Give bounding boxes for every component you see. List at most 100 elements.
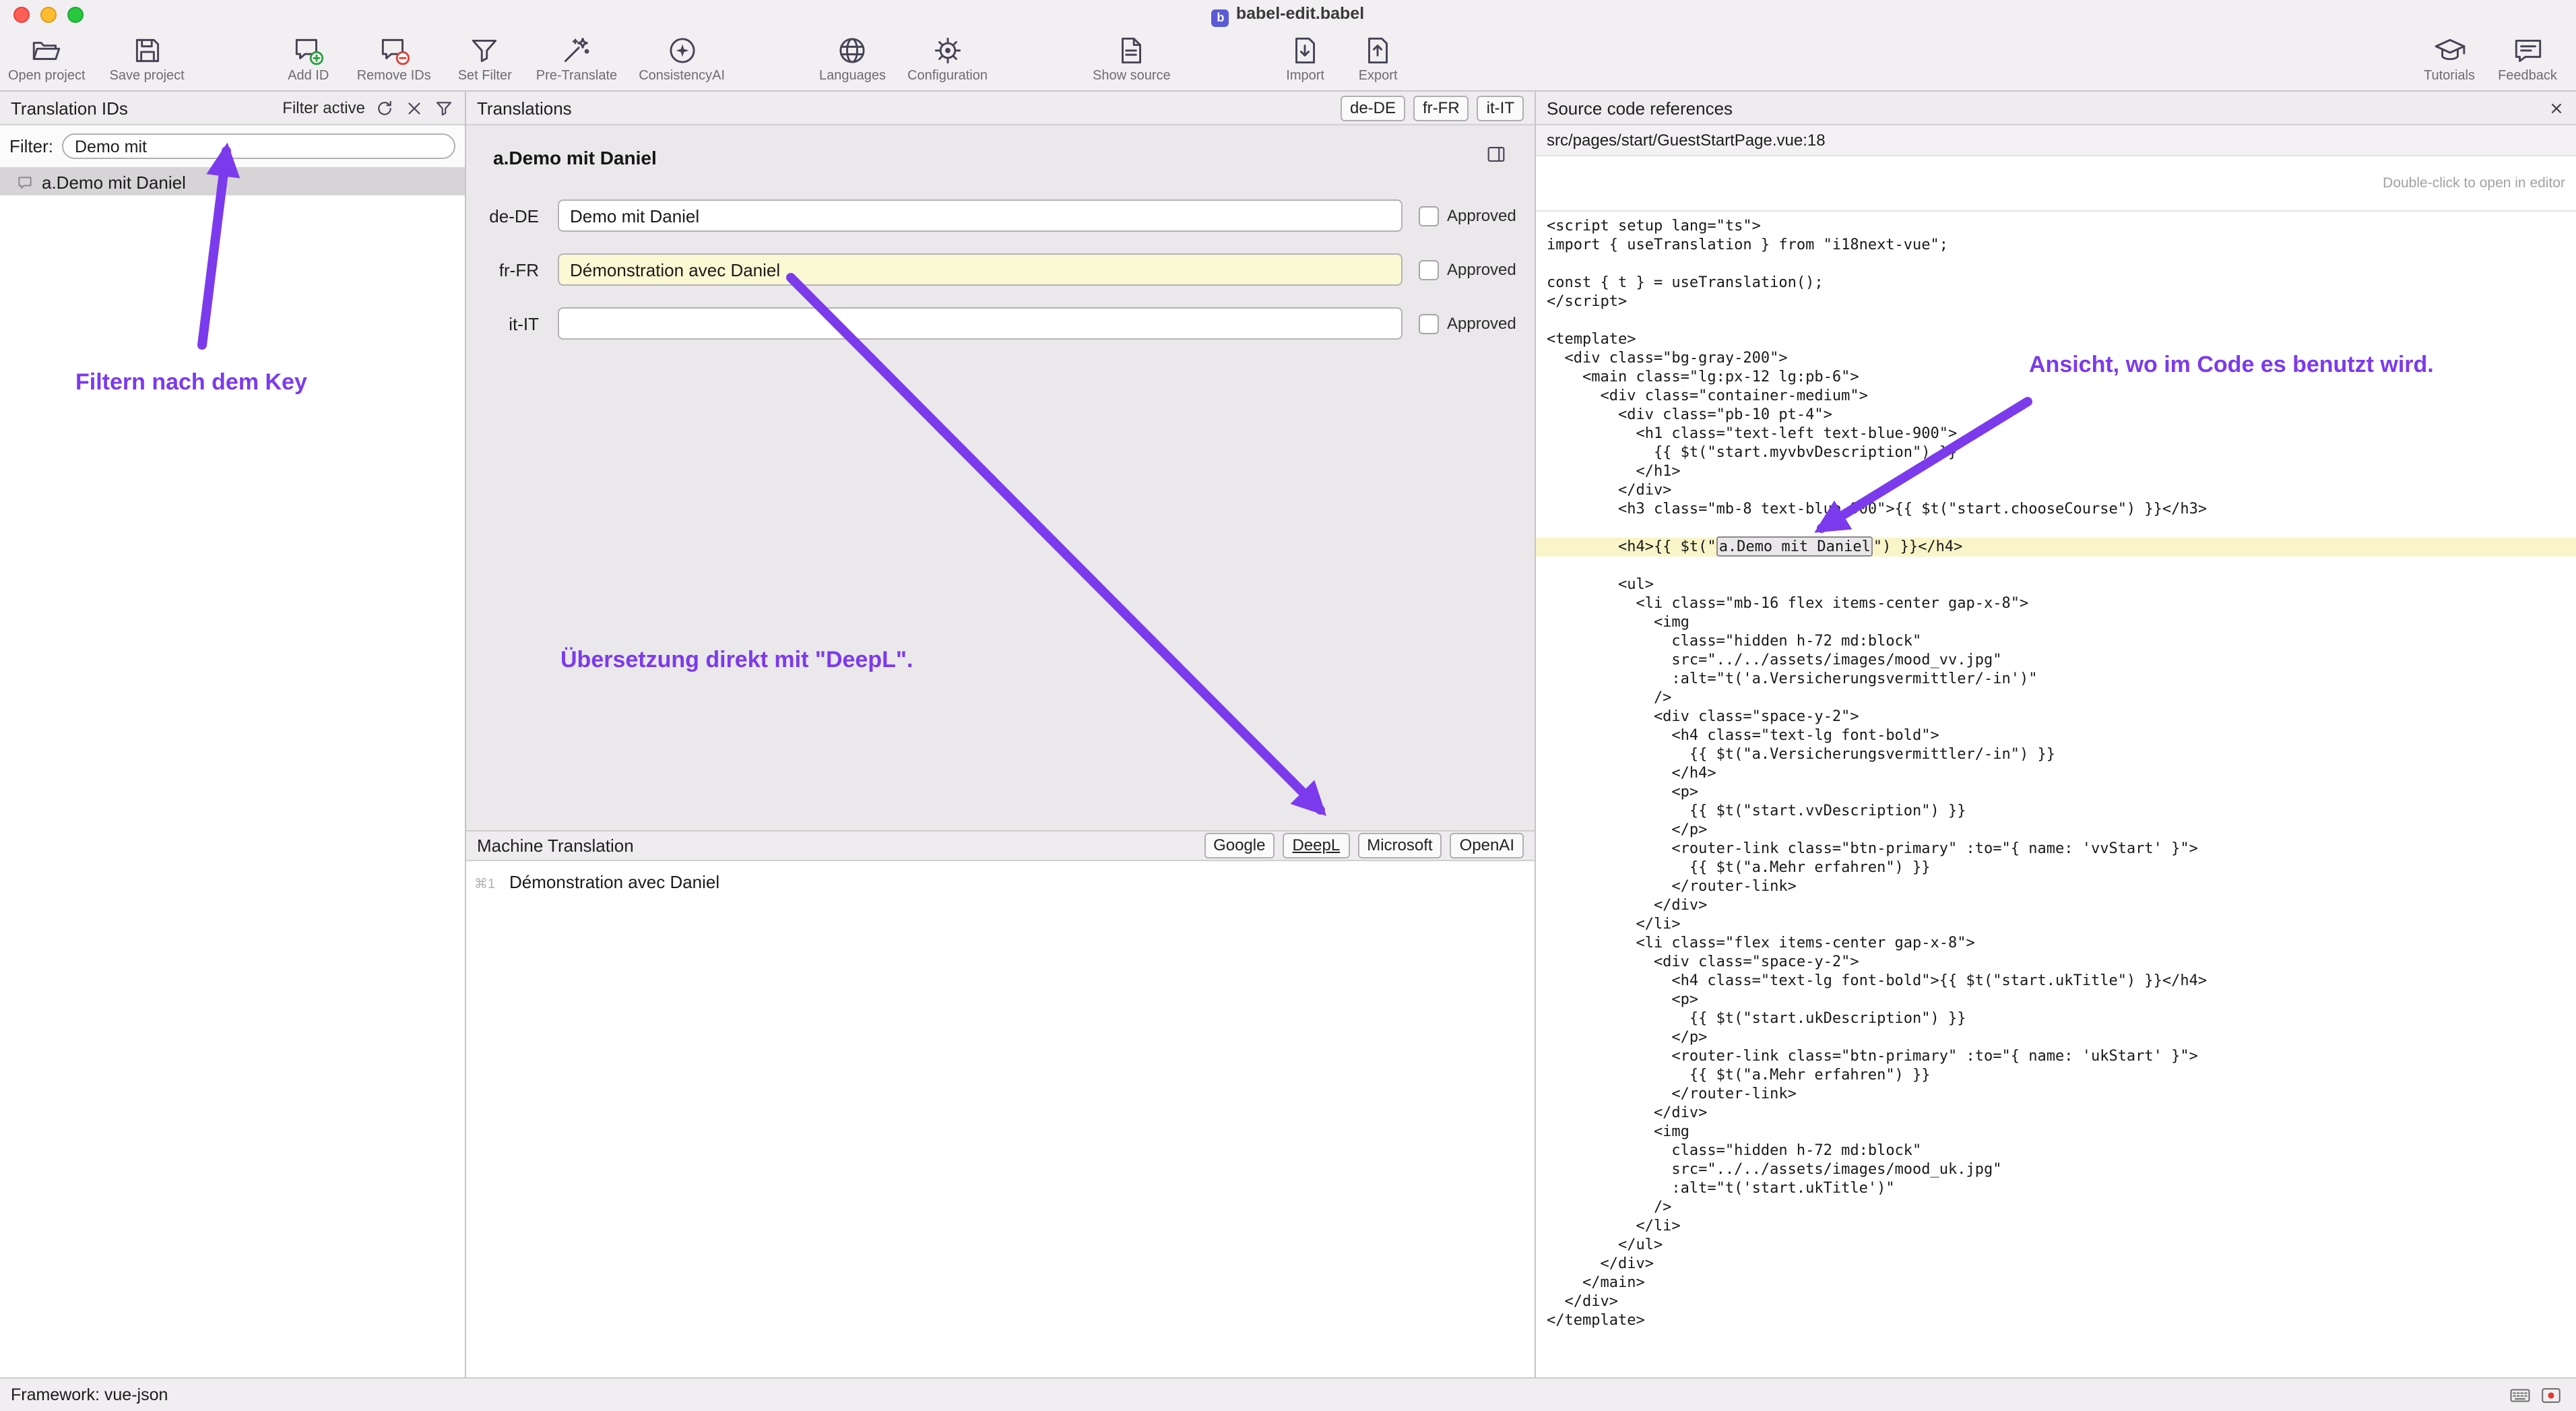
show-source-icon <box>1115 34 1149 67</box>
approved-label: Approved <box>1447 314 1516 333</box>
minimize-window-button[interactable] <box>40 7 57 23</box>
approved-checkbox-de[interactable] <box>1419 206 1439 226</box>
speech-bubble-icon <box>16 173 34 191</box>
translation-row-fr: fr-FR Approved <box>477 253 1516 286</box>
highlighted-key-token: a.Demo mit Daniel <box>1716 536 1873 557</box>
toolbar-consistency-ai[interactable]: ConsistencyAI <box>639 30 725 84</box>
translation-id-item[interactable]: a.Demo mit Daniel <box>0 168 465 195</box>
toolbar-pre-translate[interactable]: Pre-Translate <box>536 30 617 84</box>
feedback-icon <box>2511 34 2544 67</box>
zoom-window-button[interactable] <box>67 7 84 23</box>
set-filter-icon <box>468 34 502 67</box>
entry-title: a.Demo mit Daniel <box>493 147 657 168</box>
translations-header: Translations de-DE fr-FR it-IT <box>466 92 1535 125</box>
refresh-filter-icon[interactable] <box>375 98 395 118</box>
translation-input-it[interactable] <box>558 307 1403 340</box>
translation-id-list: a.Demo mit Daniel <box>0 168 465 1377</box>
tutorials-icon <box>2433 34 2466 67</box>
toolbar-import[interactable]: Import <box>1276 30 1335 84</box>
toolbar-save-project[interactable]: Save project <box>110 30 185 84</box>
source-code-panel: Source code references src/pages/start/G… <box>1536 92 2576 1377</box>
keyboard-status-icon[interactable] <box>2509 1383 2532 1406</box>
translation-ids-panel: Translation IDs Filter active Filter: a.… <box>0 92 466 1377</box>
close-panel-icon[interactable] <box>2548 99 2565 117</box>
translations-title: Translations <box>477 98 572 118</box>
toolbar-configuration[interactable]: Configuration <box>907 30 988 84</box>
toolbar-set-filter[interactable]: Set Filter <box>455 30 515 84</box>
open-project-icon <box>30 34 63 67</box>
translation-id-label: a.Demo mit Daniel <box>42 172 186 192</box>
translation-row-de: de-DE Approved <box>477 199 1516 232</box>
translation-ids-title: Translation IDs <box>11 98 128 118</box>
toolbar-open-project[interactable]: Open project <box>8 30 86 84</box>
translation-input-fr[interactable] <box>558 253 1403 286</box>
source-code-header: Source code references <box>1536 92 2576 125</box>
mt-provider-openai[interactable]: OpenAI <box>1450 833 1524 858</box>
lang-button-fr[interactable]: fr-FR <box>1413 95 1469 121</box>
translations-panel: Translations de-DE fr-FR it-IT a.Demo mi… <box>466 92 1536 1377</box>
status-bar: Framework: vue-json <box>0 1377 2576 1411</box>
configuration-icon <box>931 34 965 67</box>
filter-input[interactable] <box>61 133 455 159</box>
machine-translation-header: Machine Translation Google DeepL Microso… <box>466 830 1535 861</box>
mt-provider-google[interactable]: Google <box>1204 833 1275 858</box>
mt-suggestion-text: Démonstration avec Daniel <box>509 872 719 892</box>
approved-checkbox-fr[interactable] <box>1419 259 1439 280</box>
row-lang-label: fr-FR <box>477 259 539 280</box>
toolbar-remove-ids[interactable]: Remove IDs <box>357 30 431 84</box>
editor-hint-text: Double-click to open in editor <box>2383 175 2565 191</box>
toolbar-add-id[interactable]: Add ID <box>279 30 338 84</box>
close-window-button[interactable] <box>13 7 30 23</box>
lang-button-it[interactable]: it-IT <box>1477 95 1524 121</box>
language-buttons: de-DE fr-FR it-IT <box>1341 95 1524 121</box>
translation-row-it: it-IT Approved <box>477 307 1516 340</box>
mt-provider-deepl[interactable]: DeepL <box>1283 833 1349 858</box>
export-icon <box>1361 34 1395 67</box>
toolbar-feedback[interactable]: Feedback <box>2498 30 2557 84</box>
toolbar-show-source[interactable]: Show source <box>1093 30 1171 84</box>
add-id-icon <box>292 34 325 67</box>
title-bar: bbabel-edit.babel <box>0 0 2576 30</box>
approved-checkbox-it[interactable] <box>1419 313 1439 334</box>
translation-ids-header: Translation IDs Filter active <box>0 92 465 125</box>
mt-provider-microsoft[interactable]: Microsoft <box>1357 833 1442 858</box>
source-references-icon[interactable] <box>1485 143 1508 166</box>
remove-ids-icon <box>377 34 411 67</box>
framework-label: Framework: vue-json <box>11 1385 168 1404</box>
import-icon <box>1289 34 1322 67</box>
translation-editor: a.Demo mit Daniel de-DE Approved fr-FR A… <box>466 125 1535 830</box>
row-lang-label: it-IT <box>477 313 539 334</box>
machine-translation-title: Machine Translation <box>477 836 634 856</box>
mt-suggestion-row[interactable]: ⌘1 Démonstration avec Daniel <box>474 872 719 892</box>
approved-label: Approved <box>1447 206 1516 225</box>
row-lang-label: de-DE <box>477 206 539 226</box>
source-reference-item[interactable]: src/pages/start/GuestStartPage.vue:18 <box>1536 125 2576 156</box>
notification-status-icon[interactable] <box>2540 1383 2563 1406</box>
source-reference-path: src/pages/start/GuestStartPage.vue:18 <box>1547 131 1826 150</box>
traffic-lights <box>13 7 84 23</box>
save-project-icon <box>130 34 164 67</box>
languages-icon <box>836 34 870 67</box>
clear-filter-icon[interactable] <box>404 98 424 118</box>
toolbar-tutorials[interactable]: Tutorials <box>2420 30 2479 84</box>
code-listing: <script setup lang="ts">import { useTran… <box>1536 212 2576 1377</box>
main-area: Translation IDs Filter active Filter: a.… <box>0 92 2576 1377</box>
mt-provider-buttons: Google DeepL Microsoft OpenAI <box>1204 833 1524 858</box>
filter-label: Filter: <box>9 136 53 156</box>
toolbar-languages[interactable]: Languages <box>819 30 886 84</box>
filter-icon[interactable] <box>434 98 454 118</box>
translation-input-de[interactable] <box>558 199 1403 232</box>
window-title: bbabel-edit.babel <box>0 3 2576 26</box>
lang-button-de[interactable]: de-DE <box>1341 95 1405 121</box>
filter-row: Filter: <box>0 125 465 168</box>
toolbar-export[interactable]: Export <box>1349 30 1408 84</box>
status-icons <box>2509 1383 2563 1406</box>
consistency-ai-icon <box>665 34 699 67</box>
editor-hint-row: Double-click to open in editor <box>1536 156 2576 212</box>
babeledit-window: bbabel-edit.babel Open project Save proj… <box>0 0 2576 1411</box>
filter-active-label: Filter active <box>282 98 365 117</box>
approved-label: Approved <box>1447 260 1516 279</box>
mt-shortcut-hint: ⌘1 <box>474 877 504 892</box>
machine-translation-content: ⌘1 Démonstration avec Daniel <box>466 861 1535 1377</box>
app-icon: b <box>1212 9 1229 26</box>
